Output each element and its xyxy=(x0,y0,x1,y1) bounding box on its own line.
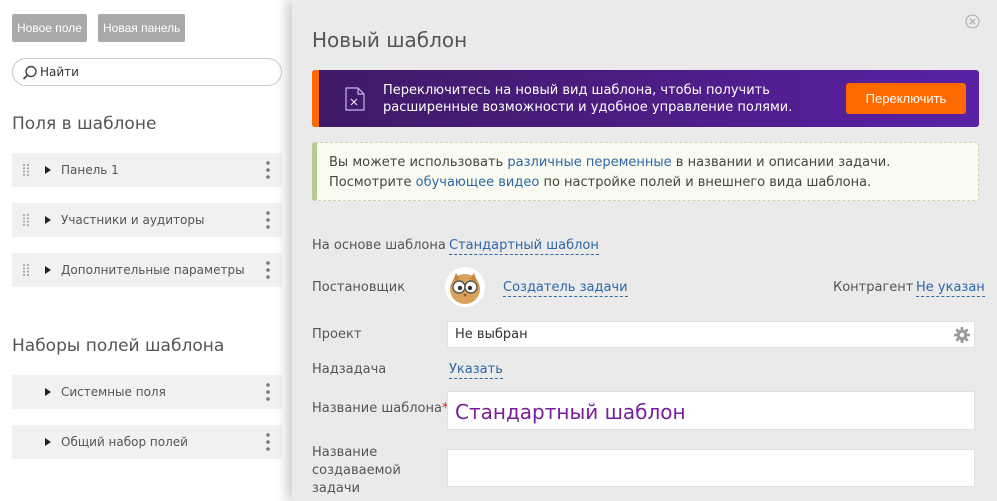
template-name-value: Стандартный шаблон xyxy=(455,400,686,424)
more-options-icon[interactable] xyxy=(266,161,270,179)
base-template-link[interactable]: Стандартный шаблон xyxy=(449,238,599,255)
field-row[interactable]: Панель 1 xyxy=(12,153,282,187)
drag-handle-icon[interactable] xyxy=(22,163,30,177)
set-row-label: Системные поля xyxy=(61,385,166,399)
info-box: Вы можете использовать различные перемен… xyxy=(312,142,979,201)
info-text-1: Вы можете использовать xyxy=(329,155,508,170)
base-template-label: На основе шаблона xyxy=(312,238,446,253)
contractor-link[interactable]: Не указан xyxy=(916,280,985,297)
field-row[interactable]: Дополнительные параметры xyxy=(12,253,282,287)
set-row-label: Общий набор полей xyxy=(61,435,188,449)
close-icon[interactable] xyxy=(965,14,980,29)
project-label: Проект xyxy=(312,327,362,342)
avatar xyxy=(445,267,485,307)
template-name-label-text: Название шаблона xyxy=(312,401,442,416)
set-row[interactable]: Системные поля xyxy=(12,375,282,409)
tutorial-video-link[interactable]: обучающее видео xyxy=(416,175,540,190)
search-icon xyxy=(22,65,37,80)
sets-section-title: Наборы полей шаблона xyxy=(12,336,225,356)
more-options-icon[interactable] xyxy=(266,433,270,451)
expand-arrow-icon[interactable] xyxy=(45,388,51,396)
template-name-label: Название шаблона* xyxy=(312,401,448,416)
expand-arrow-icon[interactable] xyxy=(45,166,51,174)
page-title: Новый шаблон xyxy=(312,28,468,52)
project-value: Не выбран xyxy=(455,327,528,342)
set-row[interactable]: Общий набор полей xyxy=(12,425,282,459)
new-panel-button[interactable]: Новая панель xyxy=(98,14,186,42)
gear-icon[interactable] xyxy=(953,326,971,344)
task-name-label-line2: создаваемой xyxy=(312,463,401,478)
field-row-label: Дополнительные параметры xyxy=(61,263,245,277)
left-panel: Новое поле Новая панель Найти Поля в шаб… xyxy=(0,0,292,501)
fields-section-title: Поля в шаблоне xyxy=(12,114,157,134)
banner-stripe xyxy=(312,70,319,127)
author-label: Постановщик xyxy=(312,280,406,295)
more-options-icon[interactable] xyxy=(266,211,270,229)
search-placeholder: Найти xyxy=(40,65,79,79)
expand-arrow-icon[interactable] xyxy=(45,216,51,224)
new-field-button[interactable]: Новое поле xyxy=(12,14,87,42)
owl-avatar-icon xyxy=(450,273,480,304)
switch-view-banner: Переключитесь на новый вид шаблона, чтоб… xyxy=(312,70,979,127)
banner-text: Переключитесь на новый вид шаблона, чтоб… xyxy=(383,83,793,115)
parent-task-link[interactable]: Указать xyxy=(449,362,503,379)
drag-handle-icon[interactable] xyxy=(22,263,30,277)
field-row-label: Участники и аудиторы xyxy=(61,213,205,227)
field-row-label: Панель 1 xyxy=(61,163,119,177)
task-name-label-line3: задачи xyxy=(312,481,360,496)
project-select[interactable]: Не выбран xyxy=(447,321,975,348)
expand-arrow-icon[interactable] xyxy=(45,266,51,274)
template-name-input[interactable]: Стандартный шаблон xyxy=(447,391,975,430)
task-name-input[interactable] xyxy=(447,449,975,487)
field-row[interactable]: Участники и аудиторы xyxy=(12,203,282,237)
template-icon xyxy=(345,87,365,111)
task-name-label: Название создаваемой задачи xyxy=(312,444,401,498)
switch-button[interactable]: Переключить xyxy=(846,83,966,114)
search-input[interactable]: Найти xyxy=(12,58,282,86)
task-name-label-line1: Название xyxy=(312,445,378,460)
more-options-icon[interactable] xyxy=(266,261,270,279)
template-editor-panel: Новый шаблон Переключитесь на новый вид … xyxy=(292,0,997,501)
expand-arrow-icon[interactable] xyxy=(45,438,51,446)
author-link[interactable]: Создатель задачи xyxy=(503,280,628,297)
drag-handle-icon[interactable] xyxy=(22,213,30,227)
parent-task-label: Надзадача xyxy=(312,362,387,377)
more-options-icon[interactable] xyxy=(266,383,270,401)
info-text-3: по настройке полей и внешнего вида шабло… xyxy=(539,175,872,190)
contractor-label: Контрагент xyxy=(833,280,914,295)
variables-link[interactable]: различные переменные xyxy=(507,155,671,170)
